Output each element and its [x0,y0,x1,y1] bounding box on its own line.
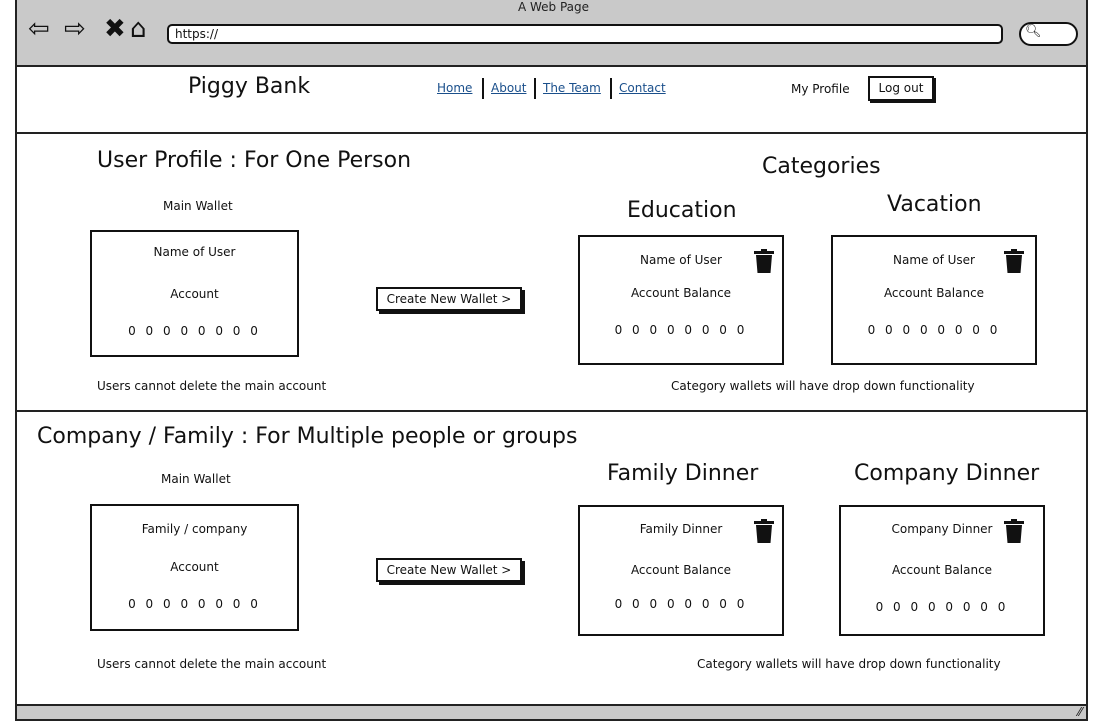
wallet-name: Name of User [153,245,236,259]
category-wallet-card[interactable]: Family Dinner Account Balance 0 0 0 0 0 … [578,505,784,636]
resize-grip-icon[interactable]: ⁄⁄ [1078,705,1082,719]
trash-icon[interactable] [1004,519,1024,543]
category-title: Vacation [887,192,982,217]
nav-the-team[interactable]: The Team [543,81,601,95]
category-title: Company Dinner [854,461,1040,486]
trash-icon[interactable] [754,249,774,273]
main-wallet-label: Main Wallet [161,472,231,486]
logout-button[interactable]: Log out [868,76,934,101]
divider [15,410,1088,412]
divider [15,65,1088,67]
wallet-balance: 0 0 0 0 0 0 0 0 [875,600,1009,614]
category-wallet-card[interactable]: Name of User Account Balance 0 0 0 0 0 0… [831,235,1037,365]
wallet-balance: 0 0 0 0 0 0 0 0 [614,597,748,611]
category-title: Education [627,198,737,223]
back-arrow-icon[interactable]: ⇦ [28,16,50,42]
wallet-account-label: Account Balance [891,563,993,577]
nav-separator [610,78,612,99]
search-field[interactable]: 🔍︎ [1019,22,1078,46]
nav-separator [482,78,484,99]
divider [15,132,1088,134]
search-icon: 🔍︎ [1025,24,1042,39]
create-new-wallet-button[interactable]: Create New Wallet > [376,287,522,311]
main-account-note: Users cannot delete the main account [97,379,327,393]
category-title: Family Dinner [607,461,759,486]
nav-about[interactable]: About [491,81,526,95]
main-wallet-card[interactable]: Family / company Account 0 0 0 0 0 0 0 0 [90,504,299,631]
main-wallet-label: Main Wallet [163,199,233,213]
trash-icon[interactable] [754,519,774,543]
category-wallet-card[interactable]: Name of User Account Balance 0 0 0 0 0 0… [578,235,784,365]
wallet-balance: 0 0 0 0 0 0 0 0 [867,323,1001,337]
category-wallet-card[interactable]: Company Dinner Account Balance 0 0 0 0 0… [839,505,1045,636]
wallet-balance: 0 0 0 0 0 0 0 0 [614,323,748,337]
home-icon[interactable]: ⌂ [130,16,147,42]
trash-icon[interactable] [1004,249,1024,273]
wallet-balance: 0 0 0 0 0 0 0 0 [128,597,261,611]
create-new-wallet-button[interactable]: Create New Wallet > [376,558,522,582]
forward-arrow-icon[interactable]: ⇨ [64,16,86,42]
close-icon[interactable]: ✖ [104,16,126,42]
wallet-name: Family / company [141,522,248,536]
wallet-account-label: Account Balance [630,563,732,577]
url-text: https:// [175,27,219,41]
wallet-name: Name of User [640,253,722,267]
my-profile-link[interactable]: My Profile [791,82,850,96]
wallet-account-label: Account Balance [630,286,732,300]
main-account-note: Users cannot delete the main account [97,657,327,671]
address-bar[interactable]: https:// [167,24,1003,44]
wallet-account-label: Account [170,560,219,574]
nav-separator [534,78,536,99]
nav-home[interactable]: Home [437,81,472,95]
category-note: Category wallets will have drop down fun… [671,379,975,393]
brand-title: Piggy Bank [188,74,311,99]
main-wallet-card[interactable]: Name of User Account 0 0 0 0 0 0 0 0 [90,230,299,357]
status-bar: ⁄⁄ [15,704,1088,721]
wallet-balance: 0 0 0 0 0 0 0 0 [128,324,261,338]
section-title: Company / Family : For Multiple people o… [37,424,578,449]
wallet-account-label: Account Balance [883,286,985,300]
section-title: User Profile : For One Person [97,148,412,173]
wallet-name: Family Dinner [639,522,723,536]
category-note: Category wallets will have drop down fun… [697,657,1001,671]
categories-title: Categories [762,154,881,179]
wallet-account-label: Account [170,287,219,301]
nav-contact[interactable]: Contact [619,81,666,95]
window-title: A Web Page [517,0,590,14]
